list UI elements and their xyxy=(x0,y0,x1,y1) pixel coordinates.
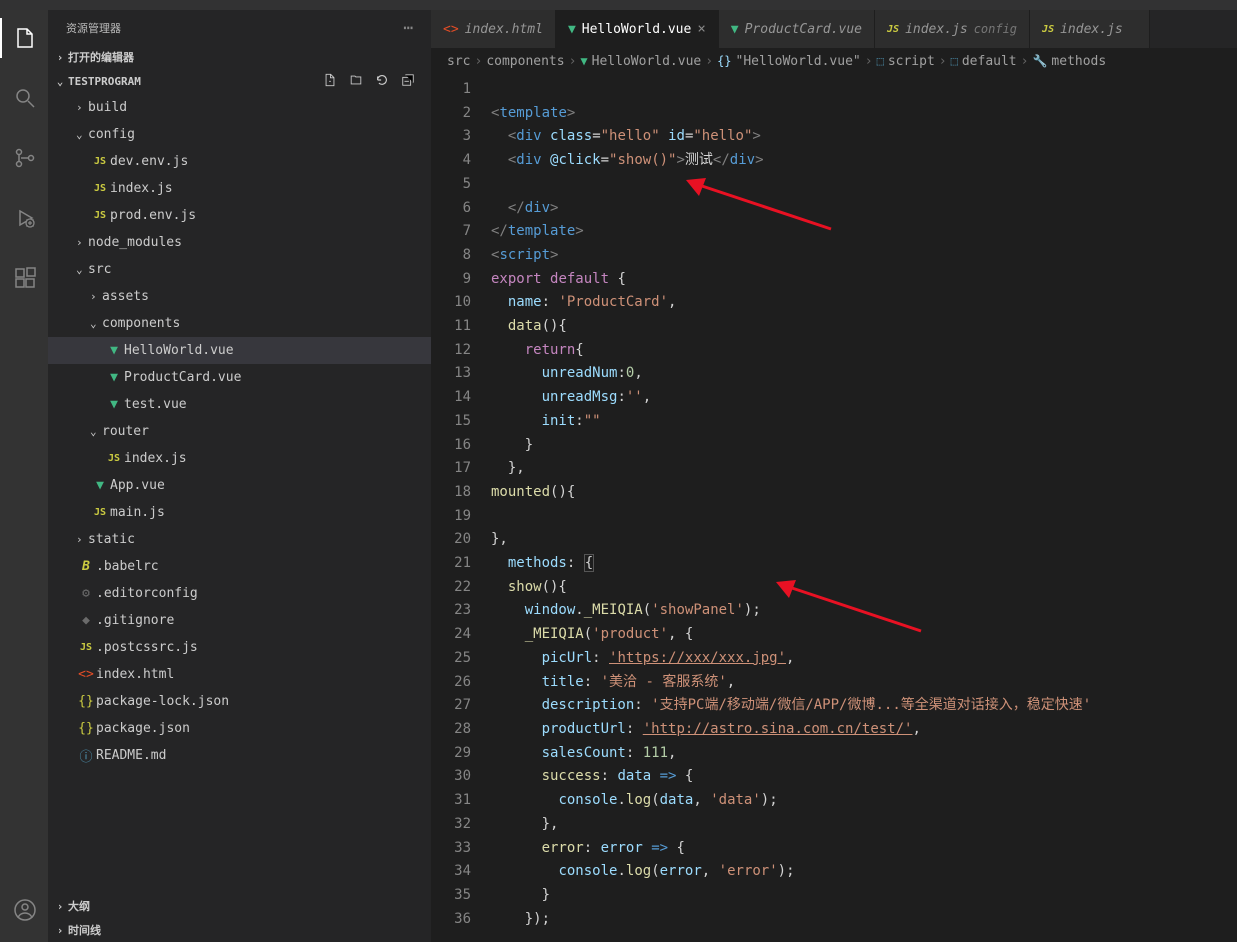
bc-file[interactable]: HelloWorld.vue xyxy=(592,54,702,69)
explorer-icon[interactable] xyxy=(0,18,48,58)
file-helloworld[interactable]: ▼HelloWorld.vue xyxy=(48,337,431,364)
breadcrumbs[interactable]: src› components› ▼HelloWorld.vue› {}"Hel… xyxy=(431,48,1237,74)
file-dev-env[interactable]: JSdev.env.js xyxy=(48,148,431,175)
timeline-label: 时间线 xyxy=(68,922,101,938)
line-gutter: 1234567891011121314151617181920212223242… xyxy=(431,74,491,942)
new-file-icon[interactable] xyxy=(323,73,337,90)
bc-src[interactable]: src xyxy=(447,54,470,69)
file-tree: ›build ⌄config JSdev.env.js JSindex.js J… xyxy=(48,94,431,894)
folder-config[interactable]: ⌄config xyxy=(48,121,431,148)
file-babelrc[interactable]: B.babelrc xyxy=(48,553,431,580)
tab-helloworld[interactable]: ▼HelloWorld.vue× xyxy=(556,10,719,48)
bc-default[interactable]: default xyxy=(962,54,1017,69)
folder-static[interactable]: ›static xyxy=(48,526,431,553)
file-router-index[interactable]: JSindex.js xyxy=(48,445,431,472)
sidebar: 资源管理器 ⋯ › 打开的编辑器 ⌄ TESTPROGRAM ›build ⌄c… xyxy=(48,10,431,942)
bc-methods[interactable]: methods xyxy=(1051,54,1106,69)
titlebar xyxy=(0,0,1237,10)
activity-bar xyxy=(0,10,48,942)
bc-script[interactable]: script xyxy=(888,54,935,69)
file-index-config[interactable]: JSindex.js xyxy=(48,175,431,202)
account-icon[interactable] xyxy=(0,890,48,930)
project-section[interactable]: ⌄ TESTPROGRAM xyxy=(48,69,431,94)
bc-components[interactable]: components xyxy=(486,54,564,69)
file-index-html[interactable]: <>index.html xyxy=(48,661,431,688)
folder-assets[interactable]: ›assets xyxy=(48,283,431,310)
file-postcssrc[interactable]: JS.postcssrc.js xyxy=(48,634,431,661)
folder-components[interactable]: ⌄components xyxy=(48,310,431,337)
tabs: <>index.html ▼HelloWorld.vue× ▼ProductCa… xyxy=(431,10,1237,48)
outline-label: 大纲 xyxy=(68,898,90,914)
refresh-icon[interactable] xyxy=(375,73,389,90)
chevron-right-icon: › xyxy=(52,924,68,937)
chevron-right-icon: › xyxy=(52,900,68,913)
file-app[interactable]: ▼App.vue xyxy=(48,472,431,499)
collapse-all-icon[interactable] xyxy=(401,73,415,90)
folder-node-modules[interactable]: ›node_modules xyxy=(48,229,431,256)
sidebar-title: 资源管理器 ⋯ xyxy=(48,10,431,45)
editor-area: <>index.html ▼HelloWorld.vue× ▼ProductCa… xyxy=(431,10,1237,942)
bc-quoted[interactable]: "HelloWorld.vue" xyxy=(736,54,861,69)
timeline-section[interactable]: › 时间线 xyxy=(48,918,431,942)
folder-build[interactable]: ›build xyxy=(48,94,431,121)
folder-src[interactable]: ⌄src xyxy=(48,256,431,283)
code-editor[interactable]: 1234567891011121314151617181920212223242… xyxy=(431,74,1237,942)
tab-index-router[interactable]: JSindex.js xyxy=(1030,10,1150,48)
explorer-label: 资源管理器 xyxy=(66,20,121,36)
outline-section[interactable]: › 大纲 xyxy=(48,894,431,918)
tab-productcard[interactable]: ▼ProductCard.vue xyxy=(719,10,875,48)
search-icon[interactable] xyxy=(0,78,48,118)
file-package[interactable]: {}package.json xyxy=(48,715,431,742)
file-test[interactable]: ▼test.vue xyxy=(48,391,431,418)
file-main[interactable]: JSmain.js xyxy=(48,499,431,526)
source-control-icon[interactable] xyxy=(0,138,48,178)
project-label: TESTPROGRAM xyxy=(68,75,141,88)
open-editors-label: 打开的编辑器 xyxy=(68,49,134,65)
file-productcard[interactable]: ▼ProductCard.vue xyxy=(48,364,431,391)
tab-index-html[interactable]: <>index.html xyxy=(431,10,556,48)
new-folder-icon[interactable] xyxy=(349,73,363,90)
code-content[interactable]: <template> <div class="hello" id="hello"… xyxy=(491,74,1237,942)
debug-icon[interactable] xyxy=(0,198,48,238)
folder-router[interactable]: ⌄router xyxy=(48,418,431,445)
open-editors-section[interactable]: › 打开的编辑器 xyxy=(48,45,431,69)
file-readme[interactable]: ⓘREADME.md xyxy=(48,742,431,769)
file-gitignore[interactable]: ◆.gitignore xyxy=(48,607,431,634)
more-icon[interactable]: ⋯ xyxy=(403,18,413,37)
chevron-right-icon: › xyxy=(52,51,68,64)
extensions-icon[interactable] xyxy=(0,258,48,298)
file-editorconfig[interactable]: ⚙.editorconfig xyxy=(48,580,431,607)
file-prod-env[interactable]: JSprod.env.js xyxy=(48,202,431,229)
file-package-lock[interactable]: {}package-lock.json xyxy=(48,688,431,715)
close-icon[interactable]: × xyxy=(697,21,705,37)
tab-index-config[interactable]: JSindex.jsconfig xyxy=(875,10,1030,48)
chevron-down-icon: ⌄ xyxy=(52,75,68,88)
